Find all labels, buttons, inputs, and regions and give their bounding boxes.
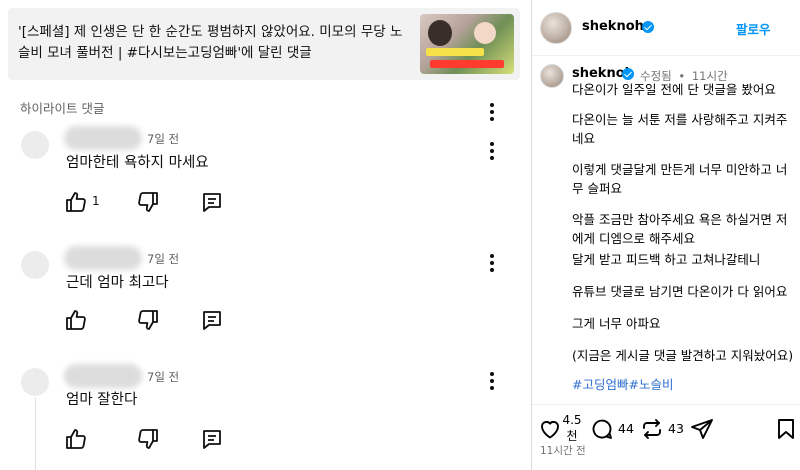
likes-count-unit: 천 [566,429,578,443]
youtube-comments-panel: '[스페셜] 제 인생은 단 한 순간도 평범하지 않았어요. 미모의 무당 노… [0,0,531,470]
more-vert-icon[interactable] [482,140,502,162]
like-count: 1 [92,194,100,208]
caption-paragraph: 달게 받고 피드백 하고 고쳐나갈테니 [572,252,761,267]
hashtags: #고딩엄빠#노슬비 [572,374,673,393]
comment-icon[interactable] [590,417,614,441]
likes-count-number: 4.5 [562,413,582,427]
thumbs-up-icon[interactable] [64,308,88,332]
thumbnail-person-left [428,20,452,46]
author-name-blurred[interactable] [64,126,142,150]
caption-paragraph: (지금은 게시글 댓글 발견하고 지워놨어요) [572,348,794,363]
caption-paragraph: 다온이가 일주일 전에 단 댓글을 봤어요 [572,82,776,97]
caption-paragraph: 악플 조금만 참아주세요 욕은 하실거면 저에게 디엠으로 해주세요 [572,212,788,246]
thumbnail-caption-red [430,60,504,68]
likes-count[interactable]: 4.5 천 [562,412,582,444]
more-vert-icon[interactable] [482,370,502,392]
thumbs-down-icon[interactable] [136,190,160,214]
video-banner[interactable]: '[스페셜] 제 인생은 단 한 순간도 평범하지 않았어요. 미모의 무당 노… [8,8,520,80]
reply-icon[interactable] [200,427,224,451]
thumbnail-caption-yellow [426,48,484,56]
video-thumbnail[interactable] [420,14,514,74]
bookmark-icon[interactable] [774,417,798,441]
heart-icon[interactable] [538,417,562,441]
avatar[interactable] [540,12,572,44]
reply-thread-line [35,398,36,470]
header-username[interactable]: sheknoh [582,19,644,34]
follow-button[interactable]: 팔로우 [736,19,771,38]
comments-count[interactable]: 44 [618,421,634,436]
avatar[interactable] [21,251,49,279]
author-name-blurred[interactable] [64,246,142,270]
post-actions: 4.5 천 44 43 11시간 전 [532,404,800,470]
caption-paragraph: 유튜브 댓글로 남기면 다온이가 다 읽어요 [572,284,788,299]
hashtag-link[interactable]: #고딩엄빠 [572,377,628,392]
avatar[interactable] [21,131,49,159]
comment-time[interactable]: 7일 전 [147,369,179,385]
thumbs-down-icon[interactable] [136,427,160,451]
more-vert-icon[interactable] [482,101,502,123]
avatar[interactable] [21,368,49,396]
post-time-footer[interactable]: 11시간 전 [540,443,586,458]
verified-icon [642,21,654,33]
thumbs-down-icon[interactable] [136,308,160,332]
hashtag-link[interactable]: #노슬비 [628,377,673,392]
more-vert-icon[interactable] [482,252,502,274]
comment-time[interactable]: 7일 전 [147,131,179,147]
caption-paragraph: 다온이는 늘 서툰 저를 사랑해주고 지켜주네요 [572,112,788,146]
caption-paragraph: 그게 너무 아파요 [572,316,661,331]
thumbs-up-icon[interactable] [64,190,88,214]
comment-time[interactable]: 7일 전 [147,251,179,267]
comment-text: 엄마 잘한다 [66,392,138,408]
verified-icon [622,68,634,80]
screen: '[스페셜] 제 인생은 단 한 순간도 평범하지 않았어요. 미모의 무당 노… [0,0,800,470]
repost-icon[interactable] [640,417,664,441]
thumbs-up-icon[interactable] [64,427,88,451]
avatar[interactable] [540,64,564,88]
caption-paragraph: 이렇게 댓글달게 만든게 너무 미안하고 너무 슬퍼요 [572,162,788,196]
video-title[interactable]: '[스페셜] 제 인생은 단 한 순간도 평범하지 않았어요. 미모의 무당 노… [18,22,413,64]
share-icon[interactable] [690,417,714,441]
comment-text: 근데 엄마 최고다 [66,275,169,291]
instagram-post-panel: sheknoh 팔로우 sheknoh 수정됨 • 11시간 다온이가 일주일 … [532,0,800,470]
reposts-count[interactable]: 43 [668,421,684,436]
author-name-blurred[interactable] [64,364,142,388]
thumbnail-person-right [474,22,496,44]
section-label: 하이라이트 댓글 [20,101,105,116]
comment-text: 엄마한테 욕하지 마세요 [66,155,209,171]
reply-icon[interactable] [200,190,224,214]
post-header: sheknoh 팔로우 [532,0,800,56]
reply-icon[interactable] [200,308,224,332]
